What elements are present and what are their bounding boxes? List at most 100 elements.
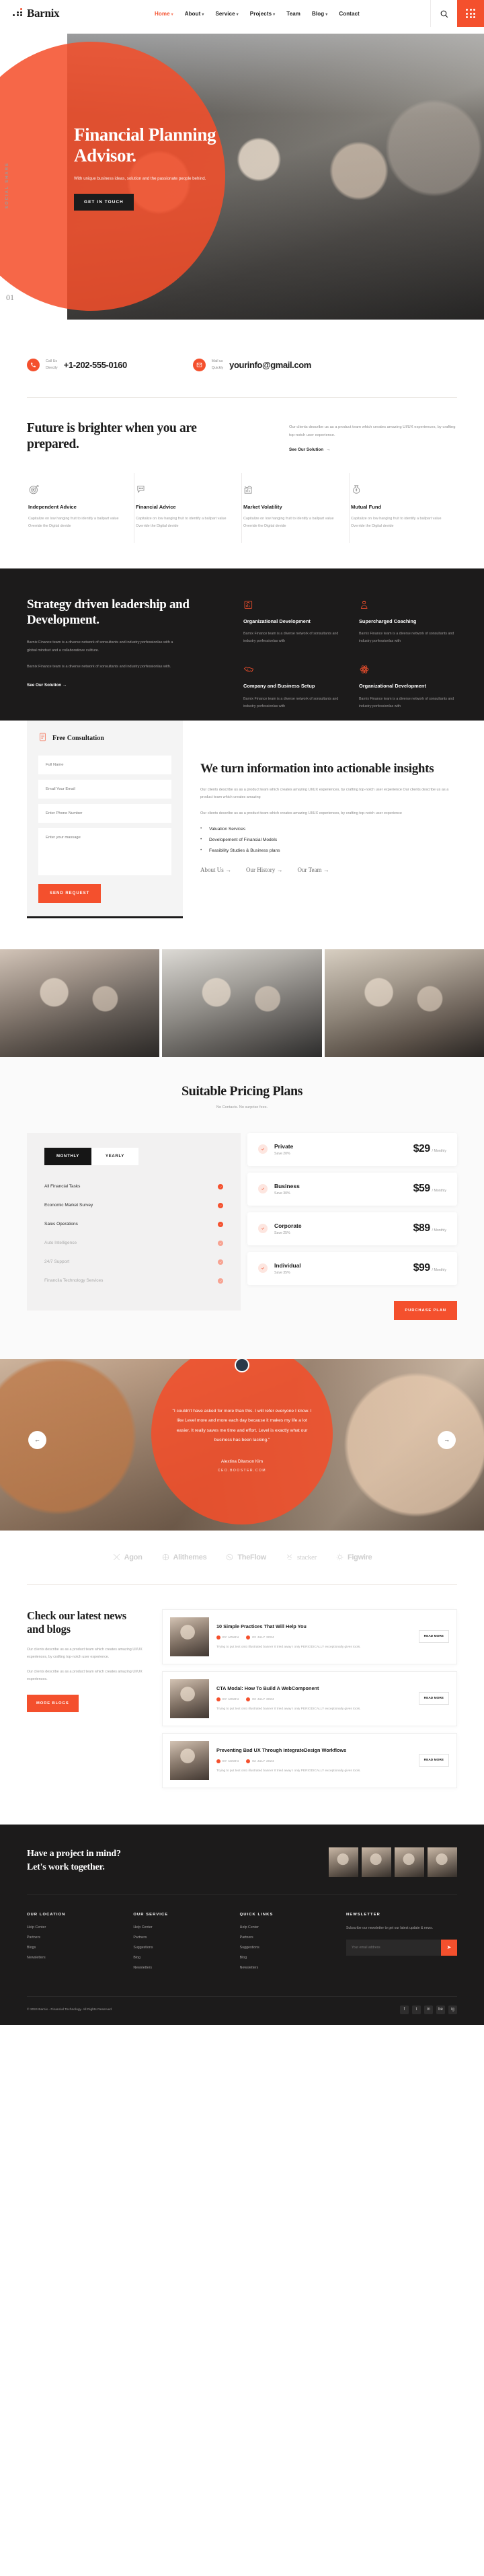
- message-textarea[interactable]: [38, 827, 171, 875]
- future-see-solution-link[interactable]: See Our Solution →: [289, 447, 330, 452]
- read-more-button[interactable]: READ MORE: [418, 1692, 449, 1705]
- contact-phone[interactable]: Call Us Directly +1-202-555-0160: [27, 359, 127, 372]
- plan-name: Individual: [274, 1261, 301, 1269]
- footer-heading-line-1: Have a project in mind?: [27, 1848, 121, 1859]
- pricing-feature-row: Sales Operations: [44, 1215, 223, 1234]
- footer-thumbnails: [329, 1847, 457, 1877]
- contact-mail[interactable]: Mail us Quickly yourinfo@gmail.com: [192, 359, 311, 372]
- footer-link[interactable]: Newsletters: [27, 1956, 108, 1960]
- strategy-paragraph-2: Barnix Finance team is a diverse network…: [27, 665, 171, 669]
- billing-period-toggle[interactable]: MONTHLY YEARLY: [44, 1147, 138, 1165]
- more-blogs-button[interactable]: MORE BLOGS: [27, 1695, 79, 1713]
- contact-phone-label-1: Call Us: [46, 359, 58, 363]
- pricing-plan-card[interactable]: Business Save 30% $59 / Monthly: [247, 1172, 457, 1206]
- arrow-left-icon[interactable]: ←: [28, 1430, 46, 1449]
- main-navigation: Home ▾ About ▾ Service ▾ Projects ▾ Team Blo…: [155, 11, 430, 17]
- check-icon: [218, 1202, 223, 1208]
- nav-item-blog[interactable]: Blog ▾: [312, 11, 327, 17]
- nav-item-contact[interactable]: Contact: [339, 11, 359, 17]
- email-input[interactable]: [38, 779, 171, 799]
- search-icon[interactable]: [430, 0, 457, 27]
- future-paragraph: Our clients describe us as a product tea…: [289, 425, 456, 438]
- our-history-link[interactable]: Our History →: [246, 867, 283, 873]
- pricing-plan-card[interactable]: Private Save 20% $29 / Monthly: [247, 1132, 457, 1166]
- brand-name: Barnix: [27, 7, 60, 20]
- instagram-icon[interactable]: ig: [448, 2005, 457, 2014]
- newsletter-email-input[interactable]: [346, 1939, 441, 1956]
- blog-post-date: 02 JULY 2024: [246, 1635, 274, 1640]
- footer-link[interactable]: Newsletters: [240, 1966, 321, 1970]
- purchase-plan-button[interactable]: PURCHASE PLAN: [394, 1300, 457, 1320]
- read-more-button[interactable]: READ MORE: [418, 1630, 449, 1644]
- behance-icon[interactable]: be: [436, 2005, 445, 2014]
- testimonial-section: ← → "I couldn't have asked for more than…: [0, 1358, 484, 1531]
- nav-item-about[interactable]: About ▾: [185, 11, 204, 17]
- strategy-see-solution-link[interactable]: See Our Solution →: [27, 683, 67, 688]
- feature-card-text: Capitalize on low hanging fruit to ident…: [351, 517, 442, 529]
- strategy-card-text: Barnix Finance team is a diverse network…: [243, 632, 339, 644]
- nav-item-home[interactable]: Home ▾: [155, 11, 173, 17]
- figwire-logo-icon: [336, 1553, 344, 1561]
- about-us-link[interactable]: About Us →: [200, 867, 231, 873]
- feature-card-text: Capitalize on low hanging fruit to ident…: [243, 517, 334, 529]
- author-icon: [216, 1697, 220, 1701]
- footer-link[interactable]: Suggestions: [240, 1946, 321, 1950]
- testimonial-company: CEO.BOOSTER.COM: [217, 1468, 267, 1473]
- atom-icon: [359, 664, 457, 675]
- footer-link[interactable]: Newsletters: [133, 1966, 214, 1970]
- contact-phone-label-2: Directly: [46, 365, 58, 370]
- nav-item-service[interactable]: Service ▾: [216, 11, 239, 17]
- arrow-right-icon: →: [276, 867, 283, 874]
- arrow-right-icon[interactable]: →: [438, 1430, 456, 1449]
- blog-post-card[interactable]: CTA Modal: How To Build A WebComponent B…: [162, 1670, 457, 1726]
- toggle-yearly[interactable]: YEARLY: [91, 1147, 138, 1165]
- footer-link[interactable]: Help Center: [27, 1925, 108, 1929]
- brand-logo[interactable]: Barnix: [0, 7, 155, 20]
- footer-link[interactable]: Help Center: [133, 1925, 214, 1929]
- linkedin-icon[interactable]: in: [424, 2005, 433, 2014]
- footer-link[interactable]: Partners: [133, 1936, 214, 1940]
- blog-post-card[interactable]: 10 Simple Practices That Will Help You B…: [162, 1609, 457, 1664]
- bar-chart-icon: [243, 599, 341, 610]
- phone-input[interactable]: [38, 803, 171, 823]
- strategy-card-title: Supercharged Coaching: [359, 618, 417, 624]
- footer-link[interactable]: Suggestions: [133, 1946, 214, 1950]
- hero-slide-indicator[interactable]: 01: [6, 293, 14, 303]
- contact-mail-value[interactable]: yourinfo@gmail.com: [229, 360, 311, 370]
- nav-item-team[interactable]: Team: [286, 11, 300, 17]
- footer-link[interactable]: Partners: [27, 1936, 108, 1940]
- team-photo: [0, 949, 160, 1057]
- twitter-icon[interactable]: t: [412, 2005, 421, 2014]
- read-more-button[interactable]: READ MORE: [418, 1754, 449, 1767]
- footer-link[interactable]: Blog: [133, 1956, 214, 1960]
- blog-post-excerpt: Trying to put text onto illustrated bann…: [216, 1707, 361, 1711]
- feature-card-title: Financial Advice: [136, 504, 176, 511]
- check-icon: [218, 1240, 223, 1246]
- footer-link[interactable]: Partners: [240, 1936, 321, 1940]
- send-request-button[interactable]: SEND REQUEST: [38, 883, 102, 903]
- pricing-plan-card[interactable]: Corporate Save 25% $89 / Monthly: [247, 1212, 457, 1245]
- full-name-input[interactable]: [38, 755, 171, 774]
- blog-post-thumbnail: [170, 1617, 209, 1656]
- blog-post-card[interactable]: Preventing Bad UX Through IntegrateDesig…: [162, 1732, 457, 1788]
- contact-phone-value[interactable]: +1-202-555-0160: [64, 360, 128, 370]
- footer-link[interactable]: Blogs: [27, 1946, 108, 1950]
- footer-link[interactable]: Blog: [240, 1956, 321, 1960]
- pricing-feature-label: Financila Technology Services: [44, 1278, 104, 1284]
- target-icon: [28, 484, 124, 495]
- pricing-feature-row: 24/7 Support: [44, 1253, 223, 1272]
- get-in-touch-button[interactable]: GET IN TOUCH: [74, 194, 134, 211]
- strategy-paragraph-1: Barnix Finance team is a diverse network…: [27, 640, 173, 653]
- facebook-icon[interactable]: f: [400, 2005, 409, 2014]
- coach-icon: [359, 599, 457, 610]
- grid-menu-icon[interactable]: [457, 0, 484, 27]
- pricing-plan-card[interactable]: Individual Save 35% $99 / Monthly: [247, 1251, 457, 1285]
- insights-heading: We turn information into actionable insi…: [200, 761, 434, 776]
- future-cards: Independent Advice Capitalize on low han…: [27, 473, 457, 543]
- send-icon[interactable]: ➤: [440, 1939, 457, 1956]
- consultation-title: Free Consultation: [52, 735, 104, 743]
- footer-link[interactable]: Help Center: [240, 1925, 321, 1929]
- nav-item-projects[interactable]: Projects ▾: [250, 11, 276, 17]
- our-team-link[interactable]: Our Team →: [298, 867, 329, 873]
- toggle-monthly[interactable]: MONTHLY: [44, 1147, 91, 1165]
